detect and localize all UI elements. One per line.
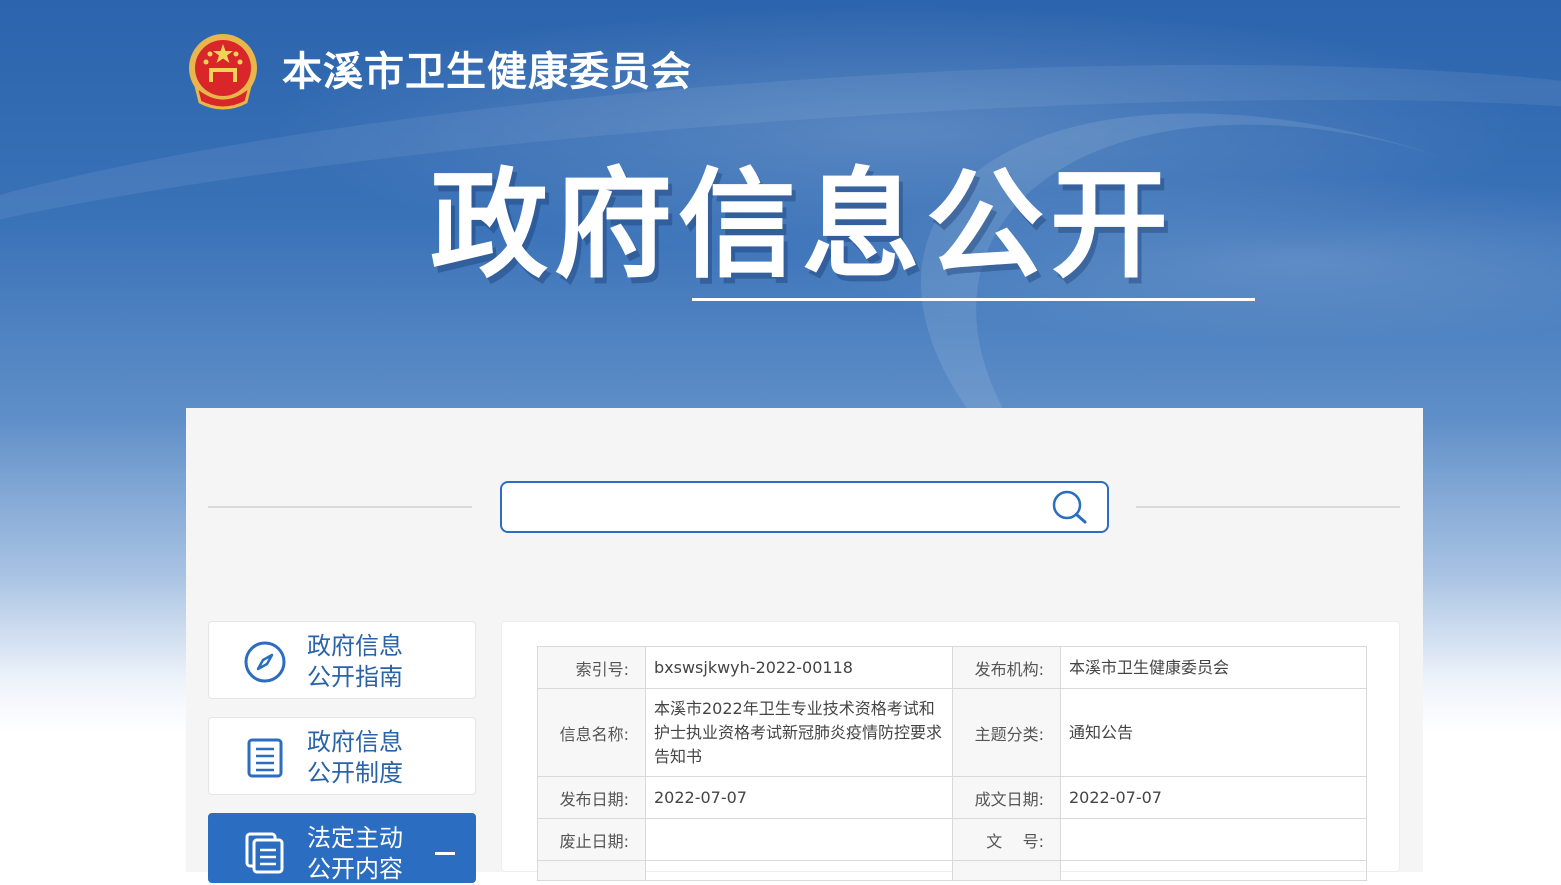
collapse-icon[interactable] [435,852,455,855]
sidebar-label-line: 政府信息 [307,632,403,660]
table-row [537,860,1367,881]
index-label: 索引号: [537,646,646,689]
stacked-document-icon [245,832,284,874]
index-value: bxswsjkwyh-2022-00118 [645,646,953,689]
sidebar-label-line: 公开内容 [307,855,403,883]
page-title: 政府信息公开 [430,156,1175,294]
sidebar-label-line: 公开指南 [307,663,403,691]
sidebar-item-guide[interactable]: 政府信息 公开指南 [208,621,476,699]
sidebar-item-statutory[interactable]: 法定主动 公开内容 [208,813,476,883]
sidebar-label-line: 法定主动 [307,824,403,852]
list-document-icon [247,738,283,778]
created-date-value: 2022-07-07 [1060,776,1367,819]
publish-date-value: 2022-07-07 [645,776,953,819]
sidebar-label-line: 公开制度 [307,759,403,787]
category-value: 通知公告 [1060,688,1367,777]
created-date-label: 成文日期: [952,776,1061,819]
search-input[interactable] [514,491,1038,523]
document-metadata-table: 索引号: bxswsjkwyh-2022-00118 发布机构: 本溪市卫生健康… [537,646,1367,881]
sidebar-item-label: 法定主动 公开内容 [307,823,437,885]
doc-no-value [1060,818,1367,861]
search-divider-left [208,506,472,508]
search-bar [500,481,1109,533]
table-cell [537,860,646,881]
table-cell [952,860,1061,881]
table-row: 信息名称: 本溪市2022年卫生专业技术资格考试和护士执业资格考试新冠肺炎疫情防… [537,688,1367,777]
publish-date-label: 发布日期: [537,776,646,819]
table-row: 废止日期: 文 号: [537,818,1367,861]
compass-icon [244,641,286,683]
doc-no-label: 文 号: [952,818,1061,861]
publisher-value: 本溪市卫生健康委员会 [1060,646,1367,689]
sidebar-item-label: 政府信息 公开指南 [307,631,437,693]
table-cell [645,860,953,881]
search-divider-right [1136,506,1400,508]
expire-date-label: 废止日期: [537,818,646,861]
table-row: 索引号: bxswsjkwyh-2022-00118 发布机构: 本溪市卫生健康… [537,646,1367,689]
category-label: 主题分类: [952,688,1061,777]
sidebar-item-label: 政府信息 公开制度 [307,727,437,789]
site-title[interactable]: 本溪市卫生健康委员会 [282,46,692,98]
name-label: 信息名称: [537,688,646,777]
table-cell [1060,860,1367,881]
title-underline [692,298,1255,301]
sidebar-label-line: 政府信息 [307,728,403,756]
publisher-label: 发布机构: [952,646,1061,689]
name-value: 本溪市2022年卫生专业技术资格考试和护士执业资格考试新冠肺炎疫情防控要求告知书 [645,688,953,777]
national-emblem-icon[interactable] [186,32,260,110]
table-row: 发布日期: 2022-07-07 成文日期: 2022-07-07 [537,776,1367,819]
search-icon[interactable] [1051,489,1089,525]
expire-date-value [645,818,953,861]
sidebar-item-system[interactable]: 政府信息 公开制度 [208,717,476,795]
